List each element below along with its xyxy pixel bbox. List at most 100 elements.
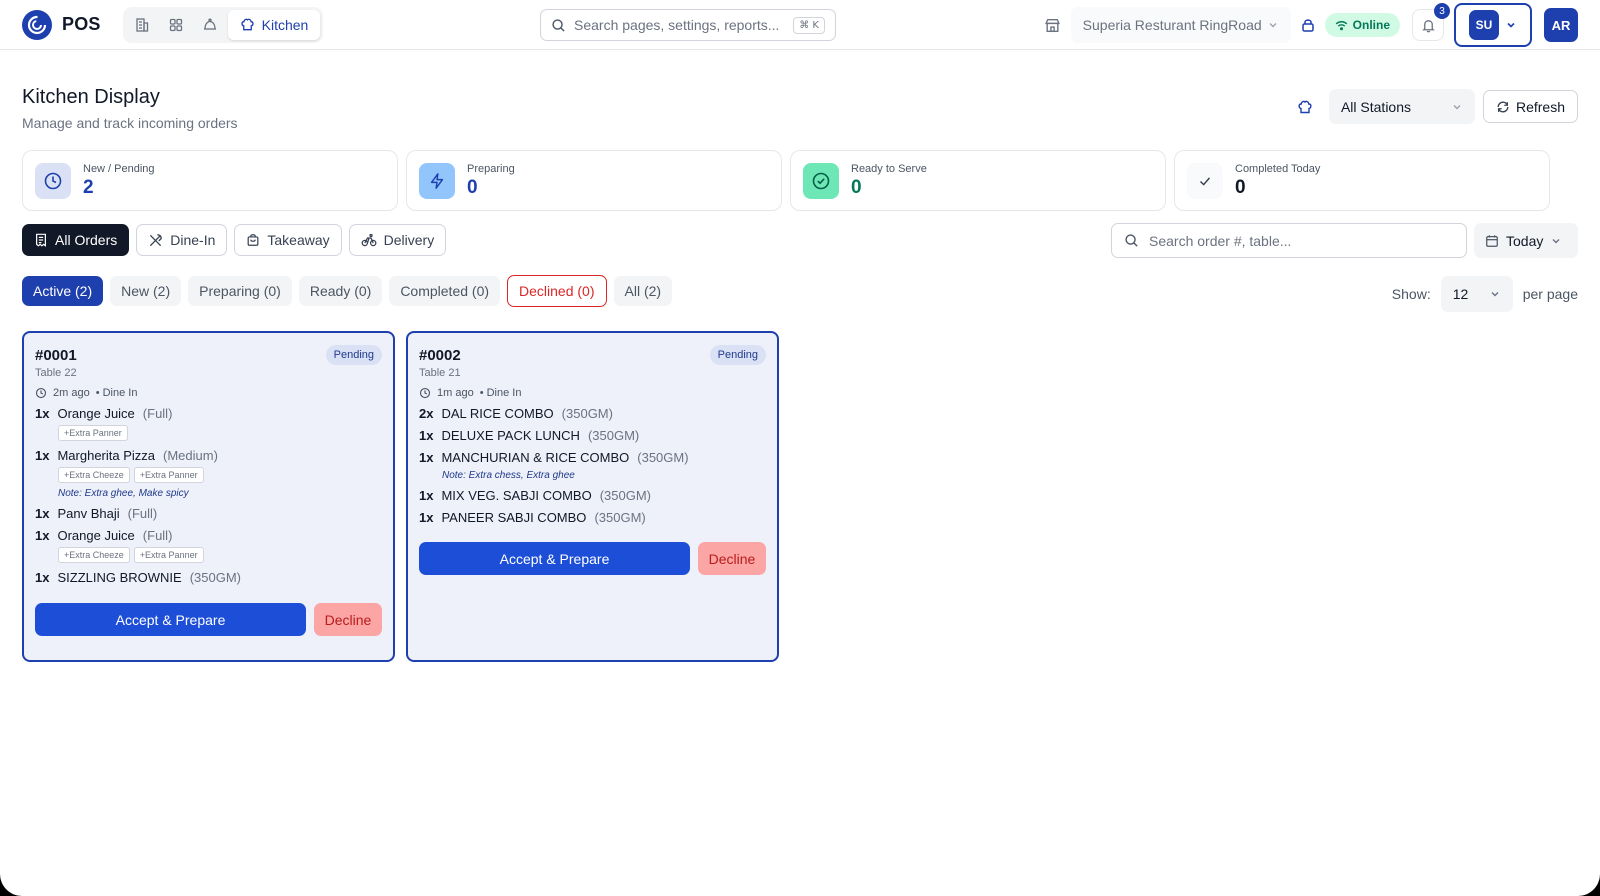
item-name: MIX VEG. SABJI COMBO (441, 488, 592, 503)
stats-row: New / Pending 2 Preparing 0 Ready to Ser… (22, 150, 1550, 211)
order-items: 1x Orange Juice (Full) +Extra Panner 1x … (35, 406, 382, 585)
item-qty: 1x (35, 406, 50, 421)
order-table: Table 21 (419, 367, 461, 379)
station-select[interactable]: All Stations (1328, 89, 1475, 124)
stat-card-completed: Completed Today 0 (1174, 150, 1550, 211)
filter-all-orders[interactable]: All Orders (22, 224, 130, 256)
list-item: 1x Orange Juice (Full) (35, 406, 382, 421)
per-page-value: 12 (1452, 286, 1469, 302)
accept-prepare-button[interactable]: Accept & Prepare (35, 603, 306, 636)
item-qty: 1x (35, 570, 50, 585)
decline-button[interactable]: Decline (314, 603, 382, 636)
grid-icon (169, 18, 182, 31)
order-cards: #0001 Table 22 Pending 2m ago • Dine In … (22, 331, 779, 662)
tab-preparing[interactable]: Preparing (0) (188, 276, 292, 306)
stat-card-pending: New / Pending 2 (22, 150, 398, 211)
item-variant: (Full) (127, 506, 158, 521)
calendar-icon (1486, 234, 1498, 247)
item-variant: (350GM) (189, 570, 241, 585)
item-name: Panv Bhaji (57, 506, 120, 521)
order-type-filters: All Orders Dine-In Takeaway Delivery (22, 224, 447, 256)
tab-ready[interactable]: Ready (0) (298, 276, 383, 306)
filter-delivery[interactable]: Delivery (348, 224, 447, 256)
chevron-down-icon (1269, 23, 1277, 28)
check-icon (1187, 162, 1223, 199)
brand[interactable]: POS (22, 9, 101, 40)
item-qty: 1x (419, 488, 434, 503)
list-item: 1x PANEER SABJI COMBO (350GM) (419, 510, 766, 525)
user-switcher[interactable]: SU (1454, 3, 1532, 47)
item-name: Orange Juice (57, 528, 135, 543)
filter-dine-in[interactable]: Dine-In (136, 224, 228, 256)
wifi-icon (1335, 20, 1347, 30)
station-select-value: All Stations (1340, 98, 1412, 115)
filter-label: Delivery (383, 232, 435, 248)
filter-takeaway[interactable]: Takeaway (234, 224, 342, 256)
item-qty: 1x (419, 428, 434, 443)
notifications-button[interactable]: 3 (1412, 3, 1450, 41)
tab-declined[interactable]: Declined (0) (507, 275, 607, 307)
item-name: Orange Juice (57, 406, 135, 421)
clock-icon (419, 387, 431, 399)
accept-prepare-button[interactable]: Accept & Prepare (419, 542, 690, 575)
list-item: 1x Orange Juice (Full) (35, 528, 382, 543)
date-filter-value: Today (1506, 232, 1544, 249)
item-qty: 1x (419, 450, 434, 465)
page-subtitle: Manage and track incoming orders (22, 115, 238, 131)
decline-button[interactable]: Decline (698, 542, 766, 575)
check-circle-icon (803, 162, 839, 199)
refresh-button[interactable]: Refresh (1482, 90, 1578, 123)
clock-icon (35, 387, 47, 399)
nav-cloche-button[interactable] (194, 10, 226, 40)
search-icon (1125, 234, 1138, 247)
order-items: 2x DAL RICE COMBO (350GM) 1x DELUXE PACK… (419, 406, 766, 525)
stat-card-ready: Ready to Serve 0 (790, 150, 1166, 211)
cloche-icon (203, 18, 216, 30)
order-card-header: #0001 Table 22 Pending (35, 345, 382, 379)
lock-button[interactable] (1291, 17, 1325, 33)
addon-tag: +Extra Cheeze (58, 547, 130, 563)
list-item: 1x DELUXE PACK LUNCH (350GM) (419, 428, 766, 443)
addon-tag: +Extra Panner (58, 425, 128, 441)
tab-new[interactable]: New (2) (110, 276, 182, 306)
stat-value: 0 (467, 176, 478, 198)
chevron-down-icon (1453, 104, 1461, 109)
order-time: 1m ago (437, 387, 474, 399)
nav-buildings-button[interactable] (126, 10, 158, 40)
order-actions: Accept & Prepare Decline (35, 603, 382, 636)
global-search[interactable]: Search pages, settings, reports... ⌘ K (540, 9, 836, 41)
order-card[interactable]: #0001 Table 22 Pending 2m ago • Dine In … (22, 331, 395, 662)
online-status-badge: Online (1324, 13, 1400, 37)
order-card[interactable]: #0002 Table 21 Pending 1m ago • Dine In … (406, 331, 779, 662)
user-switch-avatar: SU (1469, 10, 1499, 40)
order-type: • Dine In (479, 387, 522, 399)
date-filter-select[interactable]: Today (1474, 223, 1578, 258)
list-item: 1x MIX VEG. SABJI COMBO (350GM) (419, 488, 766, 503)
per-page-select[interactable]: 12 (1440, 276, 1513, 312)
shopping-bag-icon (247, 234, 259, 246)
search-shortcut: ⌘ K (793, 16, 825, 34)
header-tools: Superia Resturant RingRoad Online 3 SU A… (1039, 3, 1578, 47)
tab-all[interactable]: All (2) (613, 276, 673, 306)
store-select[interactable]: Superia Resturant RingRoad (1070, 7, 1291, 43)
nav-kitchen-tab[interactable]: Kitchen (227, 9, 321, 40)
header-actions: All Stations Refresh (1291, 89, 1578, 124)
stat-label: Completed Today (1235, 162, 1321, 175)
item-qty: 1x (35, 448, 50, 463)
stat-value: 2 (83, 176, 94, 198)
nav-grid-button[interactable] (160, 10, 192, 40)
lightning-icon (419, 162, 455, 199)
chevron-down-icon (1491, 292, 1499, 297)
item-name: MANCHURIAN & RICE COMBO (441, 450, 630, 465)
chevron-down-icon (1507, 22, 1515, 28)
page-title: Kitchen Display (22, 86, 160, 108)
order-search-input[interactable]: Search order #, table... (1111, 223, 1467, 258)
brand-logo-icon (22, 9, 52, 40)
filter-label: Takeaway (267, 232, 330, 248)
tab-completed[interactable]: Completed (0) (389, 276, 501, 306)
refresh-label: Refresh (1515, 98, 1565, 115)
tab-active[interactable]: Active (2) (22, 276, 104, 306)
order-meta: 1m ago • Dine In (419, 387, 766, 399)
order-type: • Dine In (95, 387, 138, 399)
profile-avatar[interactable]: AR (1544, 8, 1578, 42)
